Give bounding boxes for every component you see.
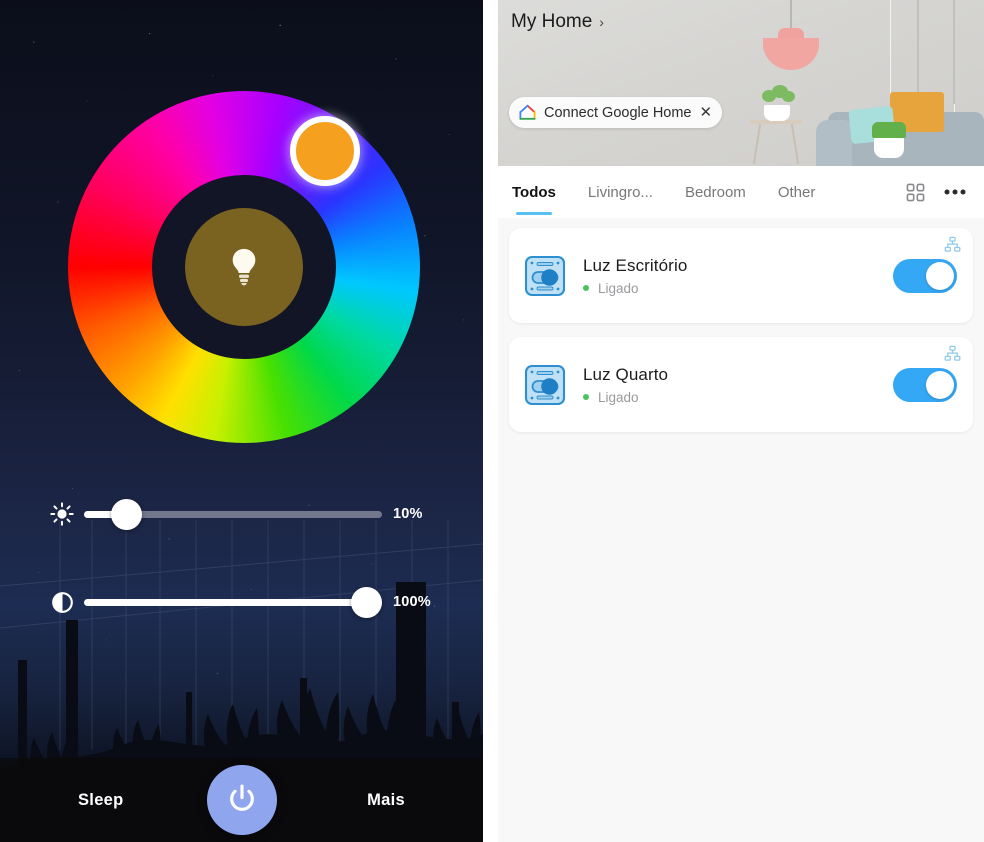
bulb-icon xyxy=(232,248,256,286)
device-info: Luz Quarto Ligado xyxy=(583,365,893,405)
device-info: Luz Escritório Ligado xyxy=(583,256,893,296)
toggle-knob xyxy=(926,370,954,399)
smart-switch-icon xyxy=(524,364,566,405)
network-topology-icon[interactable] xyxy=(944,236,961,253)
pendant-shade xyxy=(763,38,819,70)
tab-livingroom[interactable]: Livingro... xyxy=(586,184,655,201)
connect-google-home-chip[interactable]: Connect Google Home ✕ xyxy=(509,97,723,128)
pendant-cord xyxy=(790,0,792,30)
chip-label: Connect Google Home xyxy=(544,104,692,121)
saturation-value: 100% xyxy=(393,594,431,610)
saturation-slider-row[interactable]: 100% xyxy=(45,582,445,622)
room-tab-bar: Todos Livingro... Bedroom Other xyxy=(498,166,984,218)
saturation-track-fill xyxy=(84,598,366,606)
sleep-button[interactable]: Sleep xyxy=(78,791,124,810)
color-wheel-handle[interactable] xyxy=(289,116,360,187)
power-button[interactable] xyxy=(206,765,277,835)
device-status-row: Ligado xyxy=(583,390,893,405)
google-home-icon xyxy=(519,104,536,120)
color-wheel[interactable] xyxy=(68,91,420,443)
chevron-right-icon: › xyxy=(599,14,604,30)
smart-home-app-panel: My Home › Connect Google Home ✕ Todos Li… xyxy=(498,0,984,842)
brightness-value: 10% xyxy=(393,506,423,522)
home-hero-image: My Home › Connect Google Home ✕ xyxy=(498,0,984,166)
device-status: Ligado xyxy=(598,280,639,296)
status-dot xyxy=(583,285,589,291)
device-name: Luz Escritório xyxy=(583,255,688,275)
device-card-luz-escritorio[interactable]: Luz Escritório Ligado xyxy=(509,228,973,323)
tab-bedroom[interactable]: Bedroom xyxy=(683,184,748,201)
brightness-knob[interactable] xyxy=(110,498,142,530)
saturation-track[interactable] xyxy=(84,582,382,622)
saturation-knob[interactable] xyxy=(351,586,382,618)
more-horizontal-icon[interactable] xyxy=(938,175,972,209)
device-card-luz-quarto[interactable]: Luz Quarto Ligado xyxy=(509,337,973,432)
status-dot xyxy=(583,394,589,400)
toggle-knob xyxy=(926,261,954,290)
brightness-sun-icon xyxy=(45,494,79,534)
lamp-control-panel: 10% 100% Sleep Mais xyxy=(0,0,483,842)
tab-other[interactable]: Other xyxy=(776,184,818,201)
device-toggle[interactable] xyxy=(893,367,957,402)
brightness-slider-row[interactable]: 10% xyxy=(45,494,445,534)
contrast-half-circle-icon xyxy=(45,582,79,622)
grid-view-icon[interactable] xyxy=(898,175,932,209)
device-list: Luz Escritório Ligado Luz Quarto Ligado xyxy=(498,218,984,432)
tab-todos[interactable]: Todos xyxy=(510,183,558,215)
home-title-text: My Home xyxy=(511,11,593,32)
panel-divider xyxy=(483,0,498,842)
color-preview-circle[interactable] xyxy=(185,208,303,326)
lamp-bottom-bar: Sleep Mais xyxy=(0,758,483,842)
device-name: Luz Quarto xyxy=(583,364,669,384)
power-icon xyxy=(229,784,254,811)
device-status: Ligado xyxy=(598,389,639,405)
more-button[interactable]: Mais xyxy=(367,791,405,810)
close-icon[interactable]: ✕ xyxy=(700,105,713,120)
home-title[interactable]: My Home › xyxy=(511,11,604,33)
tab-todos-label: Todos xyxy=(512,183,556,201)
device-toggle[interactable] xyxy=(893,258,957,293)
screenshot-root: 10% 100% Sleep Mais My Home › Connect Go… xyxy=(0,0,984,842)
brightness-track[interactable] xyxy=(84,494,382,534)
active-tab-underline xyxy=(515,211,552,215)
device-status-row: Ligado xyxy=(583,281,893,296)
network-topology-icon[interactable] xyxy=(944,345,961,362)
smart-switch-icon xyxy=(524,255,566,296)
